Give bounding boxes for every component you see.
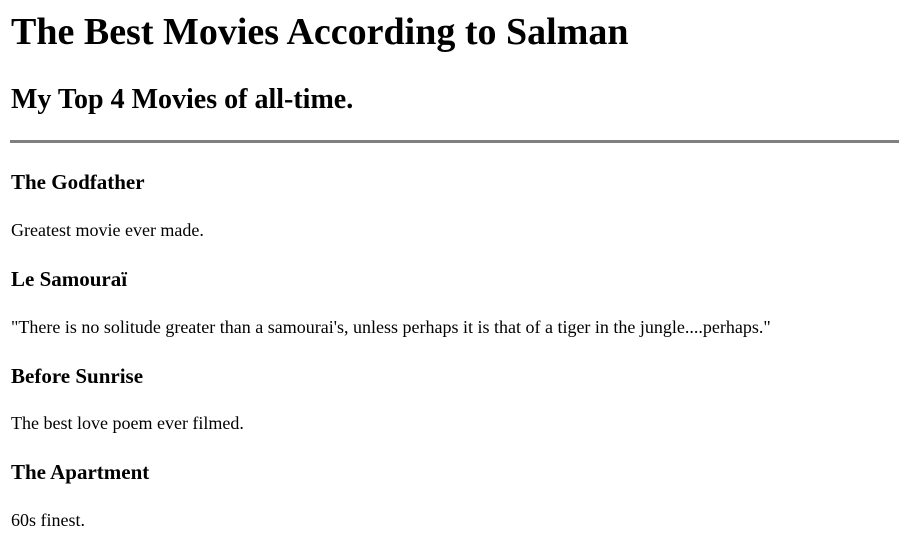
- divider: [10, 140, 899, 143]
- movie-description-the-apartment: 60s finest.: [11, 510, 85, 530]
- movie-description-godfather: Greatest movie ever made.: [11, 220, 204, 240]
- movie-description-le-samourai: "There is no solitude greater than a sam…: [11, 317, 771, 337]
- page: The Best Movies According to Salman My T…: [0, 0, 899, 553]
- movie-title-the-apartment: The Apartment: [11, 460, 150, 484]
- movie-title-le-samourai: Le Samouraï: [11, 267, 128, 291]
- movie-description-before-sunrise: The best love poem ever filmed.: [11, 413, 244, 433]
- page-subtitle: My Top 4 Movies of all-time.: [11, 84, 354, 115]
- page-title: The Best Movies According to Salman: [11, 11, 629, 53]
- movie-title-godfather: The Godfather: [11, 170, 145, 194]
- movie-title-before-sunrise: Before Sunrise: [11, 364, 144, 388]
